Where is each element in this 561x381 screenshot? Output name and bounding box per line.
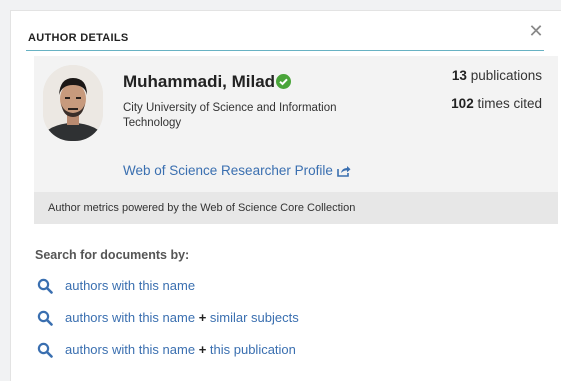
times-cited-count: 102 (451, 96, 474, 111)
publications-count: 13 (451, 68, 467, 83)
publications-stat: 13 publications (451, 68, 542, 96)
publications-label: publications (470, 68, 542, 83)
author-stats: 13 publications 102 times cited (451, 68, 542, 124)
search-documents-heading: Search for documents by: (35, 248, 190, 262)
researcher-profile-link[interactable]: Web of Science Researcher Profile (123, 163, 351, 178)
author-name: Muhammadi, Milad (123, 72, 276, 91)
search-icon (37, 342, 53, 358)
panel-header: AUTHOR DETAILS (26, 26, 544, 51)
search-link-label: authors with this name + this publicatio… (65, 342, 296, 357)
verified-check-icon (276, 74, 291, 89)
search-icon (37, 310, 53, 326)
researcher-profile-label: Web of Science Researcher Profile (123, 163, 333, 178)
metrics-note-bar: Author metrics powered by the Web of Sci… (34, 192, 558, 224)
search-link-label: authors with this name (65, 278, 196, 293)
panel-title: AUTHOR DETAILS (28, 32, 129, 44)
author-affiliation: City University of Science and Informati… (123, 102, 337, 129)
metrics-note: Author metrics powered by the Web of Sci… (48, 202, 356, 214)
avatar (43, 65, 103, 141)
search-link-label: authors with this name + similar subject… (65, 310, 299, 325)
times-cited-stat: 102 times cited (451, 96, 542, 124)
search-icon (37, 278, 53, 294)
external-link-icon (337, 166, 351, 177)
close-icon[interactable]: ✕ (527, 22, 545, 40)
times-cited-label: times cited (477, 96, 542, 111)
